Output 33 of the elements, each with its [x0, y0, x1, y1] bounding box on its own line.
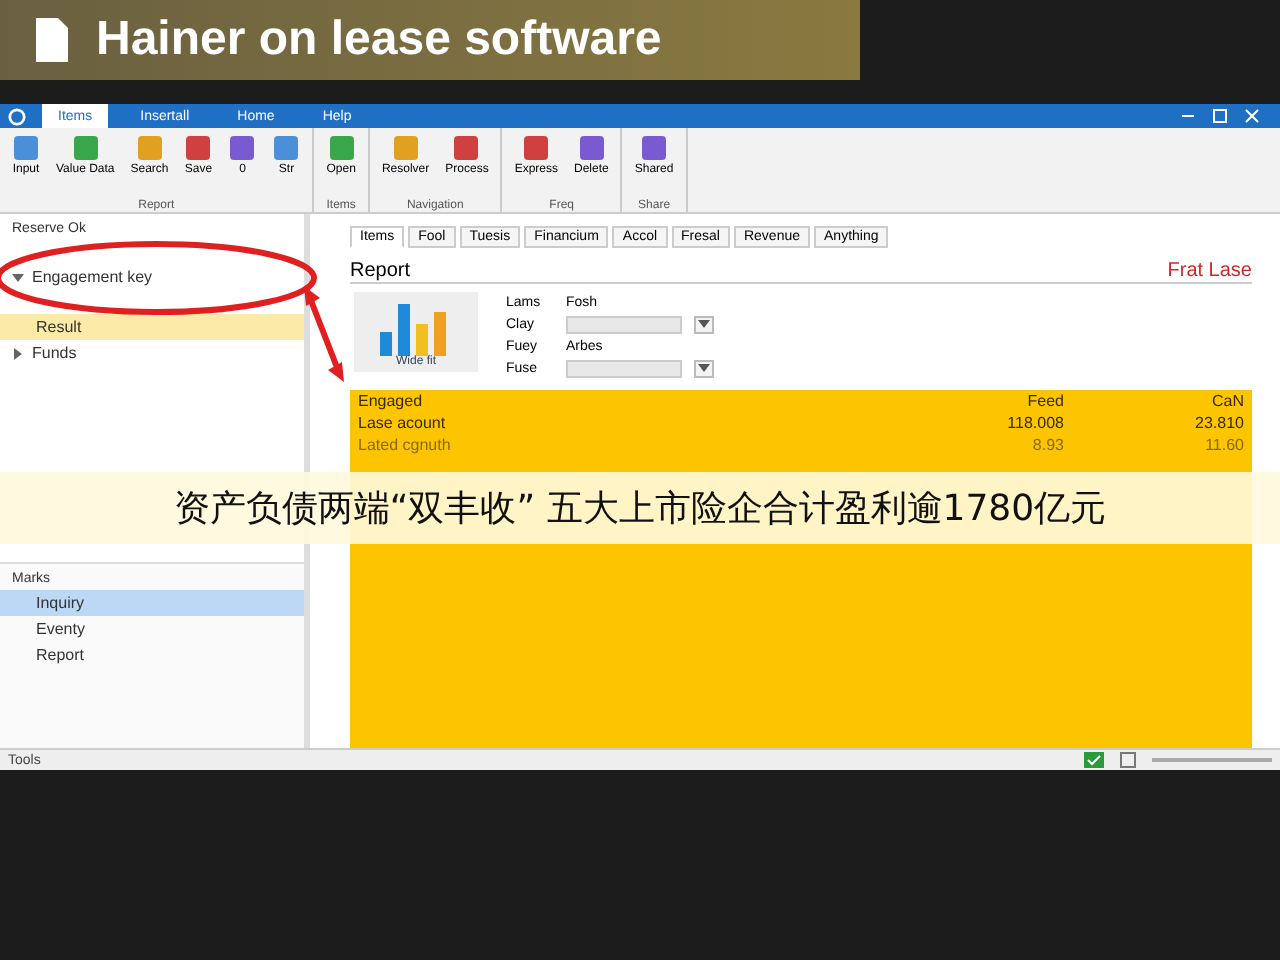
- list-item[interactable]: Inquiry: [0, 590, 304, 616]
- select-field[interactable]: [566, 315, 682, 333]
- check-icon: [1084, 752, 1104, 768]
- section-title: Report: [350, 260, 411, 282]
- table-cell-text: 23.810: [1193, 414, 1244, 432]
- table-cell-text: Lated cgnuth: [358, 436, 453, 454]
- list-item[interactable]: Eventy: [0, 616, 304, 642]
- column-header: CaN: [1209, 392, 1244, 410]
- tree-item[interactable]: Engagement key: [28, 264, 169, 290]
- column-header: Feed: [1025, 392, 1064, 410]
- caret-icon: [698, 320, 710, 328]
- dropdown-button[interactable]: [694, 359, 714, 377]
- maximize-icon[interactable]: [1212, 108, 1228, 124]
- caption-text: 资产负债两端“双丰收” 五大上市险企合计盈利逾1780亿元: [173, 486, 1107, 532]
- column-header: Engaged: [358, 392, 425, 410]
- expander-icon[interactable]: [12, 347, 24, 359]
- caret-icon: [698, 364, 710, 372]
- table-cell-text: 118.008: [1005, 414, 1064, 432]
- close-icon[interactable]: [1244, 108, 1260, 124]
- list-item[interactable]: Report: [0, 642, 304, 668]
- page-icon: [1120, 752, 1136, 768]
- app-icon: [8, 107, 26, 125]
- annotation-arrow: [302, 285, 346, 381]
- tree-item[interactable]: Funds: [28, 340, 93, 366]
- dropdown-button[interactable]: [694, 315, 714, 333]
- section-tag: Frat Lase: [1167, 260, 1252, 282]
- banner-title: Hainer on lease software: [96, 12, 662, 68]
- table-cell-text: Lase acount: [358, 414, 448, 432]
- expander-icon[interactable]: [12, 271, 24, 283]
- tree-item[interactable]: Result: [0, 314, 304, 340]
- table-cell-text: 8.93: [1030, 436, 1064, 454]
- select-field[interactable]: [566, 359, 682, 377]
- table-cell-text: 11.60: [1203, 436, 1244, 454]
